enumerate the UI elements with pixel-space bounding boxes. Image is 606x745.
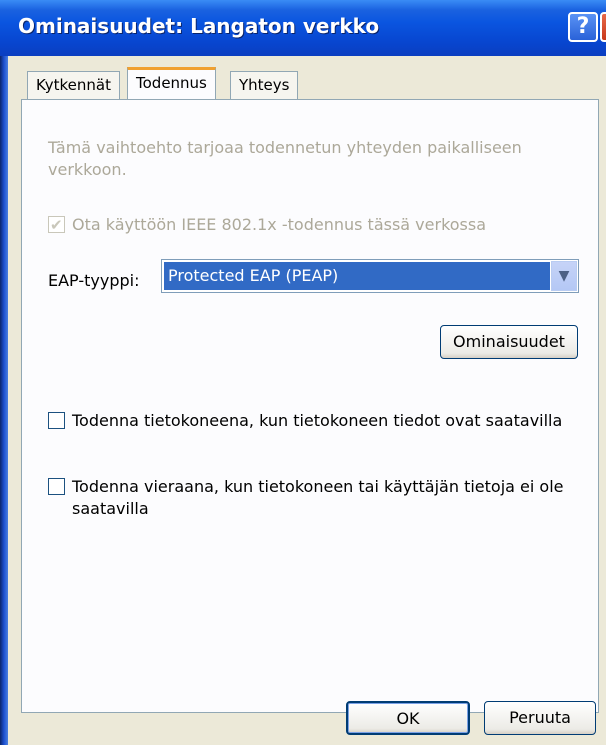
- title-bar[interactable]: Ominaisuudet: Langaton verkko ? ✕: [0, 0, 606, 56]
- properties-dialog: Ominaisuudet: Langaton verkko ? ✕ Kytken…: [0, 0, 606, 745]
- eap-type-value: Protected EAP (PEAP): [164, 262, 550, 290]
- cancel-button[interactable]: Peruuta: [484, 701, 596, 735]
- auth-as-computer-box[interactable]: [48, 412, 65, 429]
- help-button[interactable]: ?: [568, 12, 598, 42]
- chevron-down-icon[interactable]: ▼: [551, 261, 577, 291]
- auth-as-guest-checkbox[interactable]: Todenna vieraana, kun tietokoneen tai kä…: [48, 476, 578, 522]
- auth-description: Tämä vaihtoehto tarjoaa todennetun yhtey…: [48, 138, 522, 179]
- checkmark-icon: ✔: [50, 216, 63, 234]
- window-title: Ominaisuudet: Langaton verkko: [18, 14, 380, 38]
- window-left-border: [0, 0, 8, 745]
- tab-panel-todennus: [21, 99, 599, 713]
- auth-as-computer-checkbox[interactable]: Todenna tietokoneena, kun tietokoneen ti…: [48, 410, 578, 434]
- close-button[interactable]: ✕: [600, 12, 606, 42]
- enable-8021x-box[interactable]: ✔: [48, 216, 65, 234]
- tab-kytkennat[interactable]: Kytkennät: [27, 71, 120, 99]
- auth-as-computer-label: Todenna tietokoneena, kun tietokoneen ti…: [72, 411, 563, 430]
- ok-button[interactable]: OK: [346, 701, 470, 735]
- eap-type-select[interactable]: Protected EAP (PEAP) ▼: [161, 259, 579, 293]
- auth-as-guest-box[interactable]: [48, 478, 65, 495]
- eap-properties-button[interactable]: Ominaisuudet: [440, 325, 578, 359]
- auth-as-guest-label: Todenna vieraana, kun tietokoneen tai kä…: [72, 477, 564, 518]
- eap-type-label: EAP-tyyppi:: [48, 271, 140, 290]
- tab-yhteys[interactable]: Yhteys: [230, 71, 299, 99]
- enable-8021x-checkbox[interactable]: ✔ Ota käyttöön IEEE 802.1x -todennus täs…: [48, 214, 568, 238]
- enable-8021x-label: Ota käyttöön IEEE 802.1x -todennus tässä…: [72, 215, 487, 234]
- tab-todennus[interactable]: Todennus: [127, 67, 216, 99]
